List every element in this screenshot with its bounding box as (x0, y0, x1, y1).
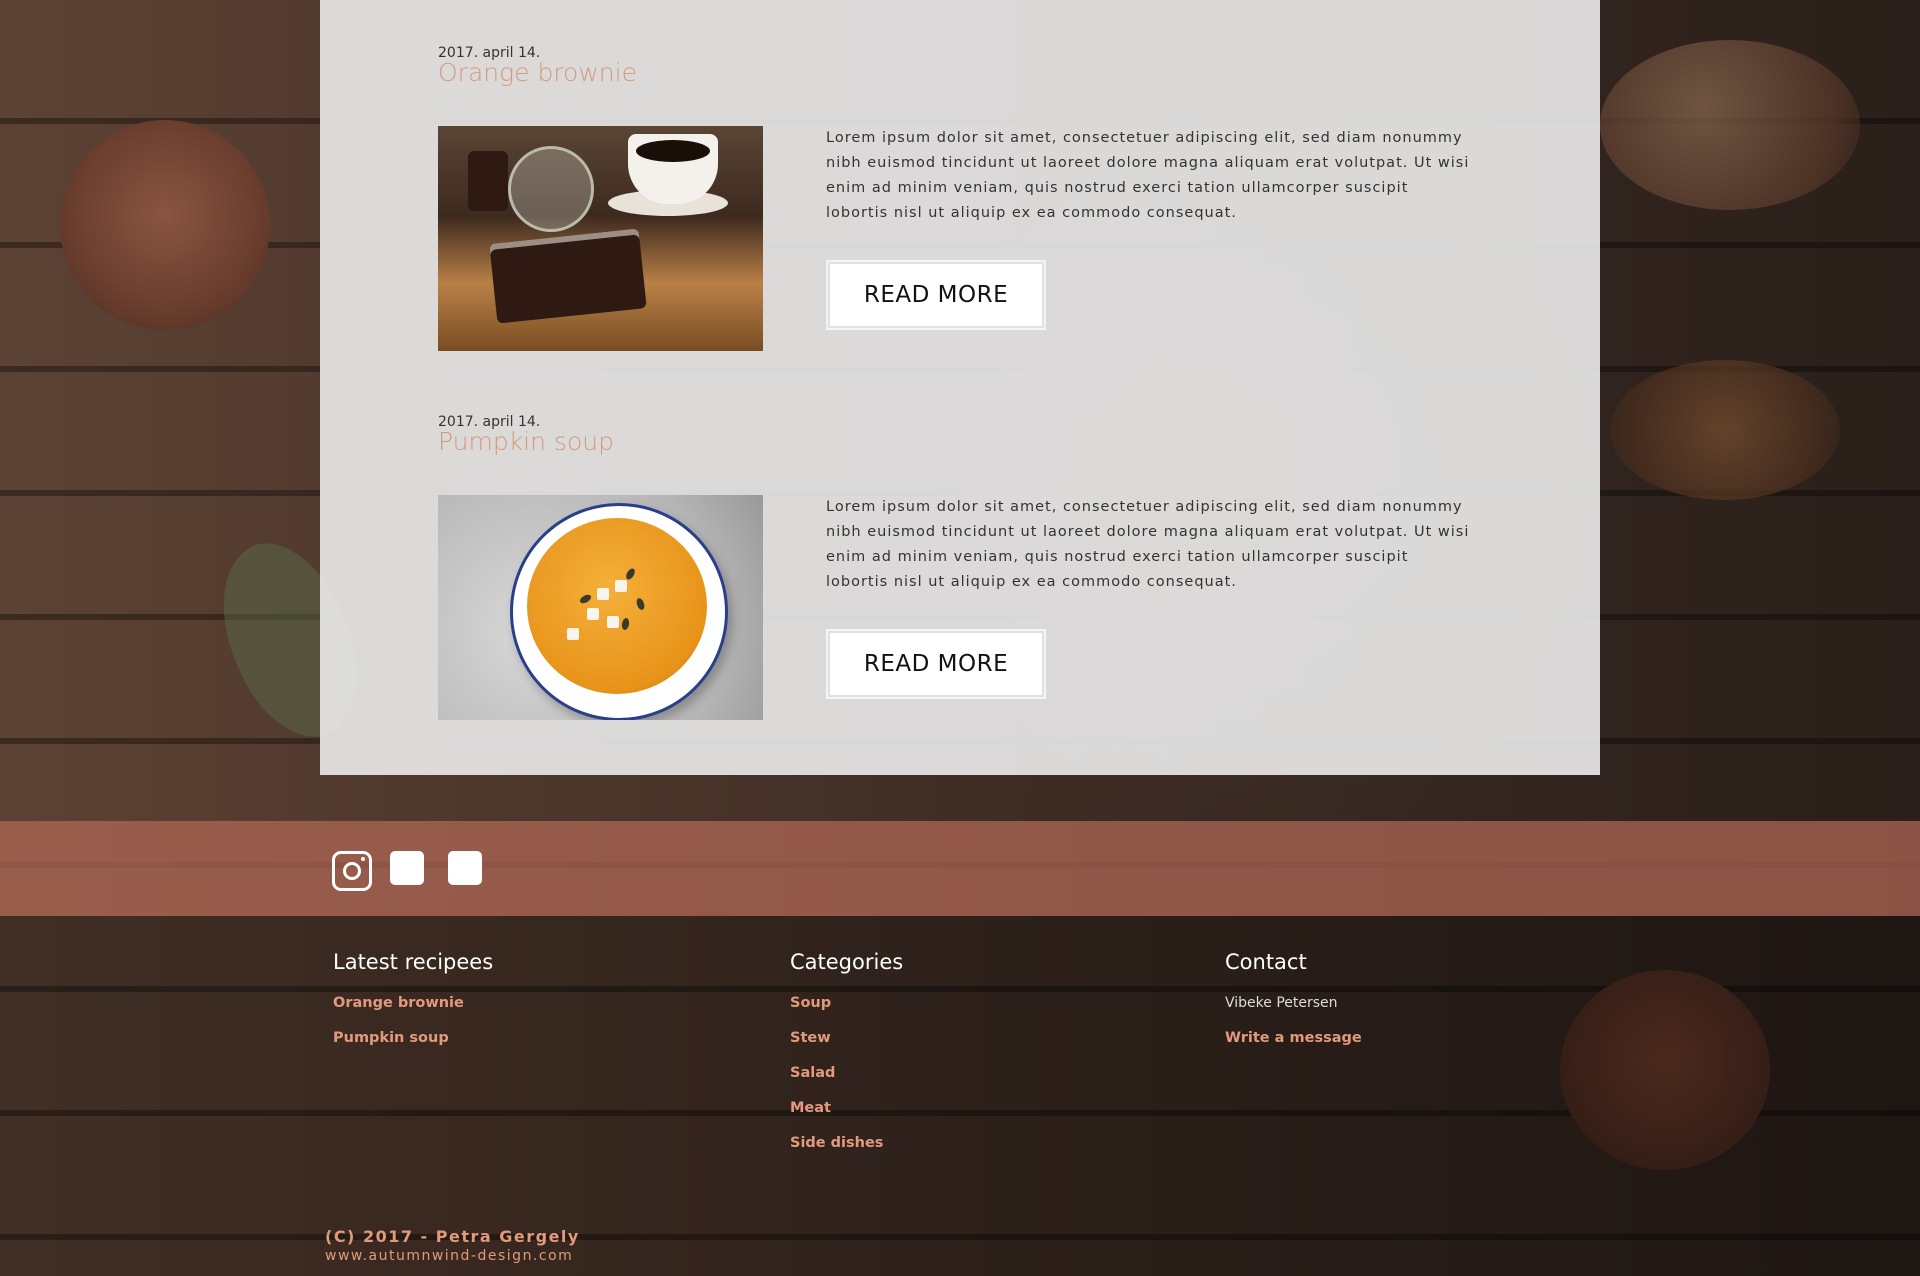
footer-link[interactable]: Pumpkin soup (333, 1021, 493, 1056)
coffee-cup-shape (628, 134, 718, 204)
footer-latest-recipes: Latest recipees Orange brownie Pumpkin s… (333, 950, 493, 1056)
cheese-chunk (607, 616, 619, 628)
brownie-shape (489, 228, 647, 324)
category-link[interactable]: Salad (790, 1056, 903, 1091)
facebook-icon[interactable]: f (390, 851, 424, 885)
footer-heading: Categories (790, 950, 904, 974)
mushroom-decoration (1610, 360, 1840, 500)
category-link[interactable]: Meat (790, 1091, 903, 1126)
pumpkin-seed (578, 592, 593, 606)
brownie-photo (438, 126, 763, 351)
post-excerpt: Lorem ipsum dolor sit amet, consectetuer… (826, 130, 1470, 221)
footer-overlay (0, 916, 1920, 1276)
sieve-shape (508, 146, 594, 232)
post-title[interactable]: Orange brownie (438, 58, 637, 87)
pumpkin-seed (635, 597, 646, 611)
footer-heading: Contact (1225, 950, 1307, 974)
write-message-link[interactable]: Write a message (1225, 1021, 1362, 1056)
footer-link[interactable]: Orange brownie (333, 986, 493, 1021)
cheese-chunk (597, 588, 609, 600)
cheese-chunk (587, 608, 599, 620)
category-link[interactable]: Stew (790, 1021, 903, 1056)
read-more-button[interactable]: READ MORE (828, 262, 1044, 328)
cheese-chunk (615, 580, 627, 592)
website-link[interactable]: www.autumnwind-design.com (325, 1248, 573, 1264)
contact-name: Vibeke Petersen (1225, 995, 1338, 1011)
mushroom-decoration (60, 120, 270, 330)
mushroom-decoration (1600, 40, 1860, 210)
footer-heading: Latest recipees (333, 950, 494, 974)
posts-card: 2017. april 14. Orange brownie Lorem ips… (320, 0, 1600, 775)
instagram-icon[interactable] (332, 851, 372, 891)
pumpkin-soup-photo (438, 495, 763, 720)
pumpkin-seed (624, 567, 637, 581)
soup-shape (527, 518, 707, 694)
cheese-chunk (567, 628, 579, 640)
social-band: f t (0, 821, 1920, 916)
soup-bowl-shape (510, 503, 728, 720)
footer-categories: Categories Soup Stew Salad Meat Side dis… (790, 950, 903, 1161)
twitter-icon[interactable]: t (448, 851, 482, 885)
category-link[interactable]: Side dishes (790, 1126, 903, 1161)
brownie-piece-shape (468, 151, 508, 211)
category-link[interactable]: Soup (790, 986, 903, 1021)
copyright-text: (C) 2017 - Petra Gergely (325, 1227, 580, 1246)
footer-contact: Contact Vibeke Petersen Write a message (1225, 950, 1362, 1056)
post-image[interactable] (438, 495, 763, 720)
post-excerpt: Lorem ipsum dolor sit amet, consectetuer… (826, 499, 1470, 590)
pumpkin-seed (621, 617, 630, 631)
post-title[interactable]: Pumpkin soup (438, 427, 614, 456)
read-more-button[interactable]: READ MORE (828, 631, 1044, 697)
post-image[interactable] (438, 126, 763, 351)
